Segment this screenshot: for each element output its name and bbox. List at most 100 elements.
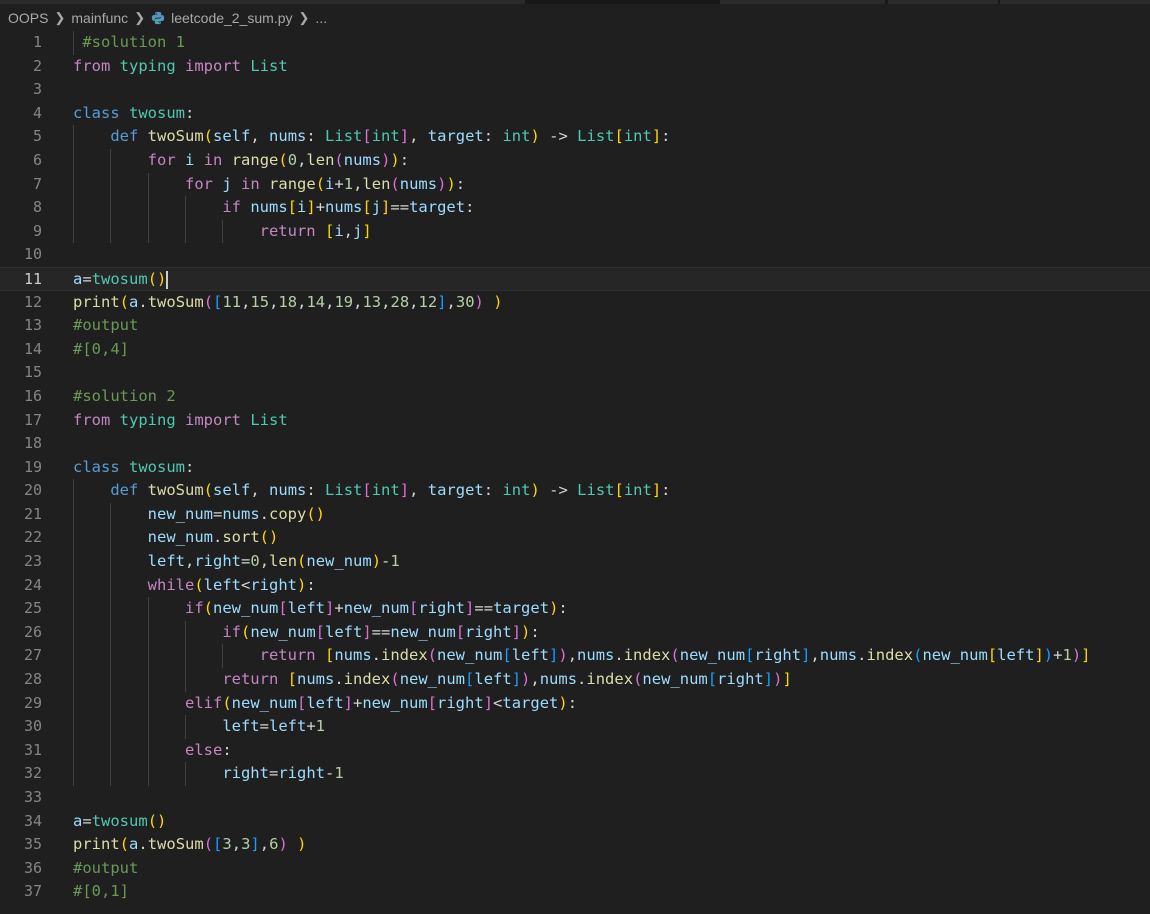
code-text[interactable]: if(new_num[left]==new_num[right]): bbox=[73, 621, 539, 645]
line-number: 29 bbox=[23, 693, 42, 712]
code-text[interactable]: #output bbox=[73, 314, 138, 338]
code-text[interactable]: from typing import List bbox=[73, 55, 288, 79]
code-text[interactable]: right=right-1 bbox=[73, 762, 343, 786]
code-line[interactable]: 16 #solution 2 bbox=[0, 385, 1150, 409]
code-line[interactable]: 6 for i in range(0,len(nums)): bbox=[0, 148, 1150, 173]
code-text[interactable]: if nums[i]+nums[j]==target: bbox=[73, 196, 474, 220]
line-number: 10 bbox=[23, 245, 42, 264]
code-text[interactable]: print(a.twoSum([3,3],6) ) bbox=[73, 833, 306, 857]
code-line[interactable]: 26 if(new_num[left]==new_num[right]): bbox=[0, 620, 1150, 645]
code-line[interactable]: 1 #solution 1 bbox=[0, 31, 1150, 55]
code-line[interactable]: 29 elif(new_num[left]+new_num[right]<tar… bbox=[0, 691, 1150, 716]
chevron-right-icon: ❯ bbox=[54, 10, 66, 25]
code-line[interactable]: 27 return [nums.index(new_num[left]),num… bbox=[0, 644, 1150, 669]
code-text[interactable]: from typing import List bbox=[73, 409, 288, 433]
line-number: 3 bbox=[32, 80, 42, 99]
code-line[interactable]: 31 else: bbox=[0, 738, 1150, 763]
code-line[interactable]: 37 #[0,1] bbox=[0, 880, 1150, 904]
code-line[interactable]: 14 #[0,4] bbox=[0, 338, 1150, 362]
code-line[interactable]: 4 class twosum: bbox=[0, 102, 1150, 126]
code-line[interactable]: 35 print(a.twoSum([3,3],6) ) bbox=[0, 833, 1150, 857]
code-text[interactable]: #output bbox=[73, 857, 138, 881]
code-text[interactable]: for j in range(i+1,len(nums)): bbox=[73, 173, 465, 197]
line-number: 1 bbox=[32, 33, 42, 51]
breadcrumb-item-file[interactable]: leetcode_2_sum.py bbox=[171, 10, 292, 26]
code-text[interactable]: a=twosum() bbox=[73, 810, 166, 834]
code-line[interactable]: 15 bbox=[0, 361, 1150, 385]
code-line[interactable]: 36 #output bbox=[0, 857, 1150, 881]
line-number: 22 bbox=[23, 528, 42, 547]
code-text[interactable]: #[0,1] bbox=[73, 880, 129, 904]
line-number: 26 bbox=[23, 622, 42, 641]
code-line[interactable]: 7 for j in range(i+1,len(nums)): bbox=[0, 172, 1150, 197]
code-line[interactable]: 8 if nums[i]+nums[j]==target: bbox=[0, 196, 1150, 220]
line-number: 28 bbox=[23, 670, 42, 689]
code-text[interactable]: elif(new_num[left]+new_num[right]<target… bbox=[73, 692, 577, 716]
line-number: 5 bbox=[32, 127, 42, 146]
line-number: 13 bbox=[23, 316, 42, 335]
code-text[interactable]: return [nums.index(new_num[left]),nums.i… bbox=[73, 644, 1091, 668]
code-line[interactable]: 12 print(a.twoSum([11,15,18,14,19,13,28,1… bbox=[0, 291, 1150, 315]
code-line[interactable]: 17 from typing import List bbox=[0, 409, 1150, 433]
breadcrumb-item-oops[interactable]: OOPS bbox=[8, 10, 48, 26]
line-number: 16 bbox=[23, 386, 42, 405]
line-number: 34 bbox=[23, 811, 42, 830]
code-text[interactable]: new_num.sort() bbox=[73, 526, 279, 550]
code-line[interactable]: 13 #output bbox=[0, 314, 1150, 338]
line-number: 27 bbox=[23, 646, 42, 665]
code-text[interactable]: a=twosum() bbox=[73, 268, 166, 292]
line-number: 12 bbox=[23, 292, 42, 311]
line-number: 6 bbox=[32, 150, 42, 169]
code-text[interactable]: else: bbox=[73, 739, 232, 763]
code-line[interactable]: 23 left,right=0,len(new_num)-1 bbox=[0, 550, 1150, 574]
code-line[interactable]: 20 def twoSum(self, nums: List[int], tar… bbox=[0, 479, 1150, 503]
breadcrumb-item-mainfunc[interactable]: mainfunc bbox=[71, 10, 128, 26]
code-text[interactable]: #solution 2 bbox=[73, 385, 176, 409]
line-number: 14 bbox=[23, 339, 42, 358]
code-text[interactable]: print(a.twoSum([11,15,18,14,19,13,28,12]… bbox=[73, 291, 503, 315]
code-line[interactable]: 25 if(new_num[left]+new_num[right]==targ… bbox=[0, 597, 1150, 621]
line-number: 9 bbox=[32, 221, 42, 240]
line-number: 7 bbox=[32, 174, 42, 193]
code-text[interactable]: def twoSum(self, nums: List[int], target… bbox=[73, 125, 670, 149]
code-text[interactable]: #[0,4] bbox=[73, 338, 129, 362]
code-line[interactable]: 9 return [i,j] bbox=[0, 219, 1150, 244]
code-text[interactable]: left,right=0,len(new_num)-1 bbox=[73, 550, 400, 574]
line-number: 19 bbox=[23, 457, 42, 476]
code-line[interactable]: 2 from typing import List bbox=[0, 55, 1150, 79]
code-line[interactable]: 5 def twoSum(self, nums: List[int], targ… bbox=[0, 125, 1150, 149]
code-text[interactable]: while(left<right): bbox=[73, 574, 316, 598]
line-number: 8 bbox=[32, 198, 42, 217]
breadcrumb-item-symbols[interactable]: ... bbox=[315, 10, 327, 26]
code-line[interactable]: 22 new_num.sort() bbox=[0, 526, 1150, 551]
code-text[interactable]: new_num=nums.copy() bbox=[73, 503, 325, 527]
code-line[interactable]: 33 bbox=[0, 786, 1150, 810]
line-number: 17 bbox=[23, 410, 42, 429]
code-text[interactable]: return [nums.index(new_num[left]),nums.i… bbox=[73, 668, 791, 692]
line-number: 36 bbox=[23, 858, 42, 877]
code-line[interactable]: 19 class twosum: bbox=[0, 456, 1150, 480]
code-line[interactable]: 34 a=twosum() bbox=[0, 810, 1150, 834]
code-line[interactable]: 32 right=right-1 bbox=[0, 762, 1150, 786]
breadcrumb: OOPS ❯ mainfunc ❯ leetcode_2_sum.py ❯ ..… bbox=[0, 4, 1150, 32]
code-editor[interactable]: 1 #solution 1 2 from typing import List 3 4 c… bbox=[0, 31, 1150, 904]
code-text[interactable]: for i in range(0,len(nums)): bbox=[73, 149, 409, 173]
line-number: 21 bbox=[23, 504, 42, 523]
code-text[interactable]: return [i,j] bbox=[73, 220, 372, 244]
code-line[interactable]: 30 left=left+1 bbox=[0, 715, 1150, 739]
code-line[interactable]: 10 bbox=[0, 243, 1150, 267]
line-number: 20 bbox=[23, 481, 42, 500]
code-text[interactable]: class twosum: bbox=[73, 102, 194, 126]
code-text[interactable]: def twoSum(self, nums: List[int], target… bbox=[73, 479, 670, 503]
code-line[interactable]: 24 while(left<right): bbox=[0, 573, 1150, 598]
line-number: 30 bbox=[23, 717, 42, 736]
code-line[interactable]: 21 new_num=nums.copy() bbox=[0, 502, 1150, 527]
code-line[interactable]: 18 bbox=[0, 432, 1150, 456]
code-line[interactable]: 3 bbox=[0, 78, 1150, 102]
code-text[interactable]: #solution 1 bbox=[73, 31, 185, 55]
code-text[interactable]: left=left+1 bbox=[73, 715, 325, 739]
code-line[interactable]: 11 a=twosum() bbox=[0, 266, 1150, 292]
code-text[interactable]: class twosum: bbox=[73, 456, 194, 480]
code-line[interactable]: 28 return [nums.index(new_num[left]),num… bbox=[0, 668, 1150, 692]
code-text[interactable]: if(new_num[left]+new_num[right]==target)… bbox=[73, 597, 568, 621]
